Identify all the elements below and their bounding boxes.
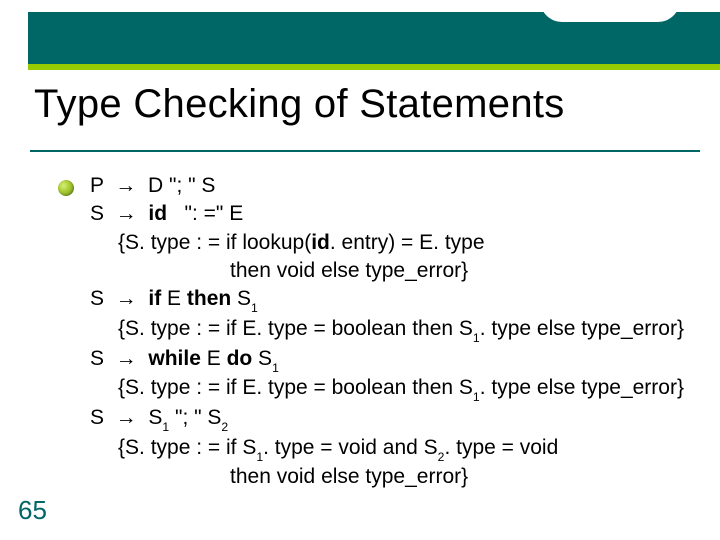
rule2-assign: ": =" E	[185, 202, 244, 225]
rule3-sem-b: . type else type_error}	[480, 317, 684, 340]
page-number: 65	[18, 495, 47, 526]
title-separator	[30, 150, 700, 152]
rule4-sem-sub: 1	[473, 390, 480, 404]
rule2-sem-idkw: id	[311, 231, 330, 254]
rule5-lhs: S	[90, 406, 104, 429]
rule5-sem-c: . type = void	[444, 436, 558, 459]
rule2-id: id	[148, 202, 167, 225]
slide: Type Checking of Statements P → D "; " S…	[0, 0, 720, 540]
rule5-sem-sub2: 2	[438, 450, 445, 464]
grammar-rule-4: S → while E do S1	[90, 345, 690, 375]
rule4-while: while	[148, 347, 201, 370]
rule4-do: do	[227, 347, 253, 370]
rule3-lhs: S	[90, 287, 104, 310]
rule3-sem: {S. type : = if E. type = boolean then S…	[90, 315, 690, 345]
rule4-mid: E	[201, 347, 227, 370]
rule5-sem-sub1: 1	[256, 450, 263, 464]
rule2-sem-open: {S. type : = if lookup(	[118, 231, 311, 254]
rule4-sub: 1	[272, 361, 279, 375]
rule3-sem-a: {S. type : = if E. type = boolean then S	[118, 317, 473, 340]
rule4-tail: S	[252, 347, 272, 370]
rule4-sem: {S. type : = if E. type = boolean then S…	[90, 374, 690, 404]
rule1-rhs: D "; " S	[148, 174, 215, 197]
rule5-sub2: 2	[221, 420, 228, 434]
grammar-rule-1: P → D "; " S	[90, 172, 690, 200]
grammar-rule-5: S → S1 "; " S2	[90, 404, 690, 434]
rule3-if: if	[148, 287, 161, 310]
rule3-sem-sub: 1	[473, 331, 480, 345]
grammar-rule-2: S → id ": =" E	[90, 200, 690, 228]
rule4-lhs: S	[90, 347, 104, 370]
rule5-sem-a: {S. type : = if S	[118, 436, 256, 459]
rule4-sem-a: {S. type : = if E. type = boolean then S	[118, 376, 473, 399]
rule2-sem-mid: . entry) = E. type	[330, 231, 485, 254]
rule2-lhs: S	[90, 202, 104, 225]
rule5-sem-line2: then void else type_error}	[90, 463, 690, 491]
rule5-sem-b: . type = void and S	[263, 436, 438, 459]
rule3-tail: S	[231, 287, 251, 310]
header-band	[28, 12, 720, 70]
rule1-lhs: P	[90, 174, 104, 197]
rule4-sem-b: . type else type_error}	[480, 376, 684, 399]
slide-body: P → D "; " S S → id ": =" E {S. type : =…	[90, 172, 690, 492]
slide-title: Type Checking of Statements	[34, 82, 700, 127]
rule2-sem-a: {S. type : = if lookup(id. entry) = E. t…	[90, 229, 690, 257]
rule5-rhs-a: S	[148, 406, 162, 429]
rule3-then: then	[187, 287, 231, 310]
rule5-sub1: 1	[162, 420, 169, 434]
rule3-mid: E	[161, 287, 187, 310]
header-notch	[540, 0, 680, 22]
rule3-sub: 1	[251, 301, 258, 315]
grammar-rule-3: S → if E then S1	[90, 285, 690, 315]
rule5-sem-line1: {S. type : = if S1. type = void and S2. …	[90, 434, 690, 464]
rule2-sem-b: then void else type_error}	[90, 257, 690, 285]
bullet-icon	[58, 180, 74, 196]
rule5-mid: "; " S	[169, 406, 221, 429]
